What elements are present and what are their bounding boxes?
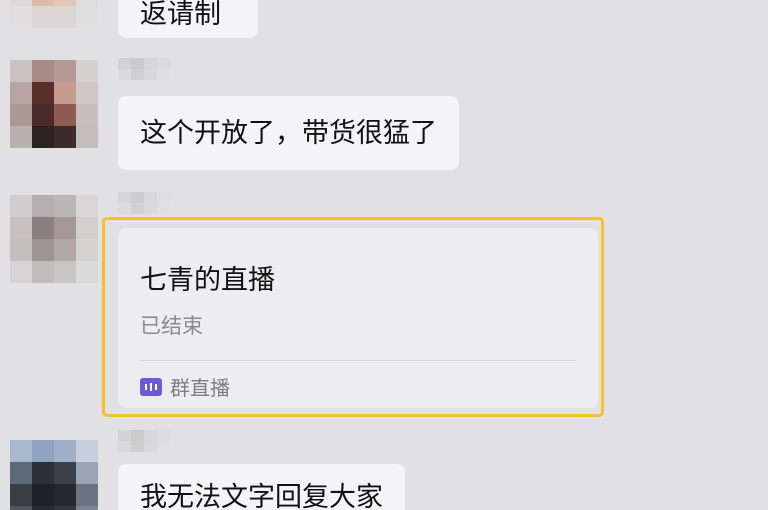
sender-name: [118, 192, 170, 214]
message-bubble[interactable]: 返请制: [118, 0, 258, 38]
message-text: 我无法文字回复大家: [140, 482, 383, 510]
chat-message-list[interactable]: 返请制 这个开放了，带货很猛了 七青的直播 已结束 群直播 我无法文字回复大家: [0, 0, 768, 510]
message-text: 这个开放了，带货很猛了: [140, 117, 437, 149]
message-bubble[interactable]: 我无法文字回复大家: [118, 464, 405, 510]
highlight-frame: [102, 217, 604, 417]
avatar[interactable]: [10, 440, 98, 510]
message-bubble[interactable]: 这个开放了，带货很猛了: [118, 96, 459, 170]
avatar[interactable]: [10, 195, 98, 283]
sender-name: [118, 430, 170, 452]
avatar[interactable]: [10, 0, 98, 28]
message-text: 返请制: [140, 0, 221, 30]
avatar[interactable]: [10, 60, 98, 148]
sender-name: [118, 58, 170, 80]
